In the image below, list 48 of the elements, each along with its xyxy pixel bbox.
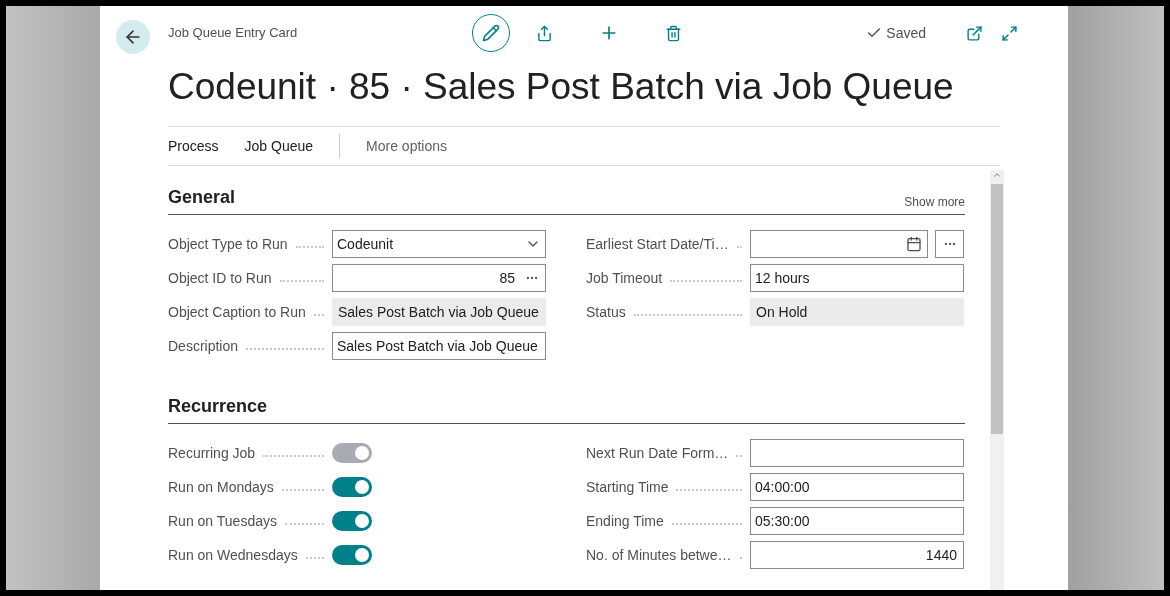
show-more-link[interactable]: Show more [904, 193, 965, 211]
input-field[interactable]: Sales Post Batch via Job Queue [332, 332, 546, 360]
input-field[interactable]: 1440 [750, 541, 964, 569]
input-field[interactable]: 04:00:00 [750, 473, 964, 501]
field-label: Object Type to Run [168, 234, 288, 254]
action-menu-item[interactable]: Process [168, 135, 219, 157]
page-title: Codeunit · 85 · Sales Post Batch via Job Queue [168, 65, 955, 109]
field-label: No. of Minutes betwe… [586, 545, 732, 565]
field-label: Status [586, 302, 626, 322]
readonly-field: Sales Post Batch via Job Queue [332, 298, 546, 326]
section-title: Recurrence [168, 395, 268, 418]
edit-icon [482, 24, 500, 42]
delete-icon[interactable] [665, 24, 682, 42]
toggle-switch[interactable] [332, 477, 372, 497]
field-label: Job Timeout [586, 268, 663, 288]
open-in-new-window-icon[interactable] [966, 24, 983, 42]
dropdown-field[interactable]: Codeunit [332, 230, 546, 258]
input-field[interactable]: 12 hours [750, 264, 964, 292]
section-title: General [168, 186, 236, 209]
toggle-switch[interactable] [332, 511, 372, 531]
field-label: Run on Tuesdays [168, 511, 277, 531]
field-label: Run on Wednesdays [168, 545, 298, 565]
input-field[interactable] [750, 439, 964, 467]
scroll-up-icon[interactable] [992, 170, 1002, 180]
expand-icon[interactable] [1001, 24, 1018, 42]
field-label: Description [168, 336, 239, 356]
back-button[interactable] [116, 20, 150, 54]
field-label: Ending Time [586, 511, 664, 531]
more-options-button[interactable]: More options [366, 135, 447, 157]
scrollbar[interactable] [990, 170, 1004, 590]
share-icon[interactable] [536, 24, 553, 42]
toggle-switch[interactable] [332, 545, 372, 565]
more-button[interactable] [935, 230, 964, 258]
breadcrumb: Job Queue Entry Card [168, 24, 299, 43]
date-field[interactable] [750, 230, 928, 258]
calendar-icon[interactable] [906, 236, 922, 252]
field-label: Earliest Start Date/Ti… [586, 234, 729, 254]
field-label: Starting Time [586, 477, 669, 497]
field-label: Next Run Date Form… [586, 443, 729, 463]
saved-status: Saved [886, 23, 926, 43]
input-field[interactable]: 05:30:00 [750, 507, 964, 535]
field-label: Object Caption to Run [168, 302, 306, 322]
field-label: Object ID to Run [168, 268, 272, 288]
readonly-field: On Hold [750, 298, 964, 326]
field-label: Recurring Job [168, 443, 256, 463]
field-label: Run on Mondays [168, 477, 274, 497]
action-menu-item[interactable]: Job Queue [244, 135, 314, 157]
input-field[interactable]: 85 [332, 264, 546, 292]
